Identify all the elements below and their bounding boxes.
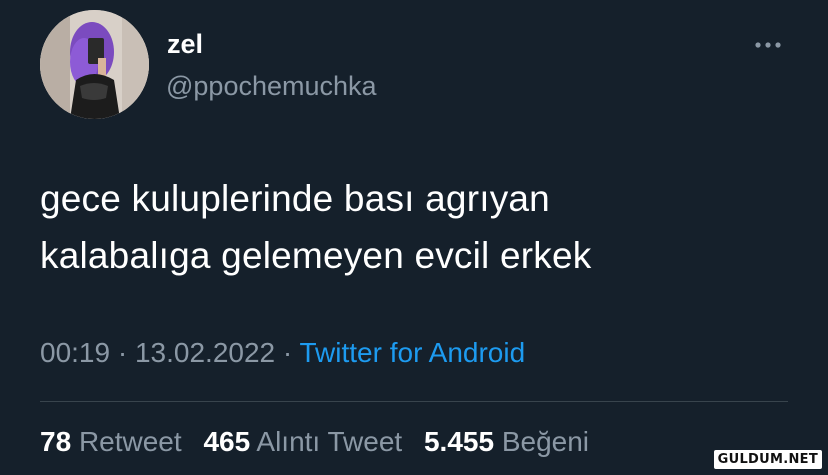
user-handle[interactable]: @ppochemuchka bbox=[166, 68, 377, 104]
tweet-text-line: gece kuluplerinde bası agrıyan bbox=[40, 178, 550, 219]
tweet-stats: 78 Retweet 465 Alıntı Tweet 5.455 Beğeni bbox=[40, 422, 603, 462]
likes-stat[interactable]: 5.455 Beğeni bbox=[424, 426, 589, 457]
quotes-stat[interactable]: 465 Alıntı Tweet bbox=[203, 426, 410, 457]
tweet-text: gece kuluplerinde bası agrıyan kalabalıg… bbox=[40, 170, 780, 284]
tweet-meta: 00:19 · 13.02.2022 · Twitter for Android bbox=[40, 333, 525, 373]
avatar-photo bbox=[40, 10, 149, 119]
retweets-stat[interactable]: 78 Retweet bbox=[40, 426, 189, 457]
divider bbox=[40, 401, 788, 402]
avatar[interactable] bbox=[40, 10, 149, 119]
tweet-time[interactable]: 00:19 bbox=[40, 337, 110, 368]
meta-separator: · bbox=[282, 337, 293, 368]
quotes-label: Alıntı Tweet bbox=[256, 426, 403, 457]
tweet-date[interactable]: 13.02.2022 bbox=[135, 337, 275, 368]
display-name[interactable]: zel bbox=[167, 24, 203, 64]
more-horizontal-icon bbox=[755, 42, 781, 48]
likes-label: Beğeni bbox=[501, 426, 590, 457]
watermark: GULDUM.NET bbox=[713, 450, 822, 469]
more-options-button[interactable] bbox=[749, 28, 789, 62]
tweet-text-line: kalabalıga gelemeyen evcil erkek bbox=[40, 235, 592, 276]
tweet-source-link[interactable]: Twitter for Android bbox=[300, 337, 526, 368]
retweets-count: 78 bbox=[40, 426, 72, 457]
meta-separator: · bbox=[117, 337, 128, 368]
retweets-label: Retweet bbox=[78, 426, 182, 457]
quotes-count: 465 bbox=[203, 426, 251, 457]
tweet-card: zel @ppochemuchka gece kuluplerinde bası… bbox=[0, 0, 828, 475]
likes-count: 5.455 bbox=[423, 426, 495, 457]
